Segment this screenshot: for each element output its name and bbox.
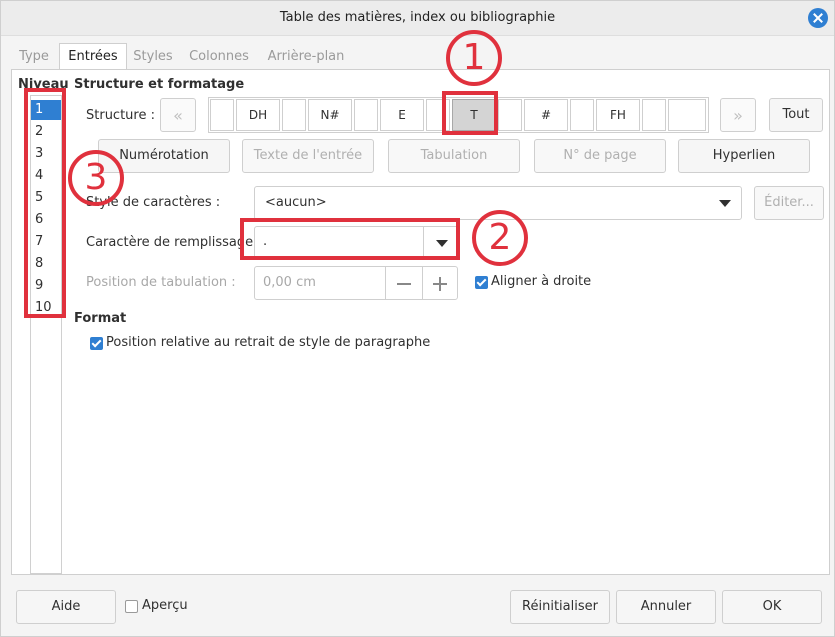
relative-position-checkbox[interactable]: [90, 337, 103, 350]
dropdown-arrow-icon: [719, 200, 731, 207]
structure-text-field[interactable]: [354, 99, 378, 131]
preview-checkbox[interactable]: [125, 600, 138, 613]
chevron-left-icon: «: [173, 106, 183, 125]
scroll-left-button[interactable]: «: [160, 98, 196, 132]
annotation-circle-2: 2: [472, 210, 528, 266]
tab-styles[interactable]: Styles: [127, 45, 179, 69]
annotation-box-3: [24, 88, 66, 318]
tab-position-spin[interactable]: 0,00 cm: [254, 266, 458, 300]
minus-icon[interactable]: [397, 283, 411, 285]
structure-text-field[interactable]: [642, 99, 666, 131]
structure-text-field[interactable]: [570, 99, 594, 131]
tab-colonnes[interactable]: Colonnes: [183, 45, 255, 69]
format-section-title: Format: [74, 311, 127, 326]
annotation-circle-3: 3: [68, 150, 124, 206]
token-fh[interactable]: FH: [596, 99, 640, 131]
annotation-box-2: [240, 218, 460, 260]
scroll-right-button[interactable]: »: [720, 98, 756, 132]
token-page-number[interactable]: #: [524, 99, 568, 131]
tab-arriere-plan[interactable]: Arrière-plan: [261, 45, 351, 69]
annotation-circle-1: 1: [446, 30, 502, 86]
hyperlink-button[interactable]: Hyperlien: [678, 139, 810, 173]
align-right-checkbox[interactable]: [475, 276, 488, 289]
structure-text-field[interactable]: [498, 99, 522, 131]
structure-section-title: Structure et formatage: [74, 77, 245, 92]
tab-stop-button[interactable]: Tabulation: [388, 139, 520, 173]
structure-label: Structure :: [86, 108, 155, 123]
ok-button[interactable]: OK: [722, 590, 822, 624]
edit-style-button[interactable]: Éditer...: [754, 186, 824, 220]
tab-position-value: 0,00 cm: [263, 275, 316, 290]
dialog-title: Table des matières, index ou bibliograph…: [279, 10, 556, 25]
relative-position-label: Position relative au retrait de style de…: [106, 335, 431, 350]
help-button[interactable]: Aide: [16, 590, 116, 624]
dialog-window: Table des matières, index ou bibliograph…: [0, 0, 835, 637]
token-chapter-number[interactable]: N#: [308, 99, 352, 131]
token-dh[interactable]: DH: [236, 99, 280, 131]
char-style-value: <aucun>: [265, 195, 327, 210]
structure-text-field[interactable]: [668, 99, 706, 131]
all-button[interactable]: Tout: [769, 98, 823, 132]
annotation-box-1: [442, 91, 498, 135]
tab-entrees[interactable]: Entrées: [59, 43, 127, 72]
fill-char-label: Caractère de remplissage :: [86, 235, 262, 250]
reset-button[interactable]: Réinitialiser: [510, 590, 610, 624]
tab-type[interactable]: Type: [11, 45, 57, 69]
chevron-right-icon: »: [733, 106, 743, 125]
page-number-button[interactable]: N° de page: [534, 139, 666, 173]
title-bar: Table des matières, index ou bibliograph…: [1, 1, 834, 36]
preview-label: Aperçu: [142, 598, 188, 613]
token-entry[interactable]: E: [380, 99, 424, 131]
structure-text-field[interactable]: [210, 99, 234, 131]
close-icon[interactable]: [808, 8, 828, 28]
entry-text-button[interactable]: Texte de l'entrée: [242, 139, 374, 173]
cancel-button[interactable]: Annuler: [616, 590, 716, 624]
entries-panel: Niveau 1 2 3 4 5 6 7 8 9 10 Structure et…: [11, 69, 830, 575]
tab-position-label: Position de tabulation :: [86, 275, 236, 290]
align-right-label: Aligner à droite: [491, 274, 592, 289]
structure-text-field[interactable]: [282, 99, 306, 131]
